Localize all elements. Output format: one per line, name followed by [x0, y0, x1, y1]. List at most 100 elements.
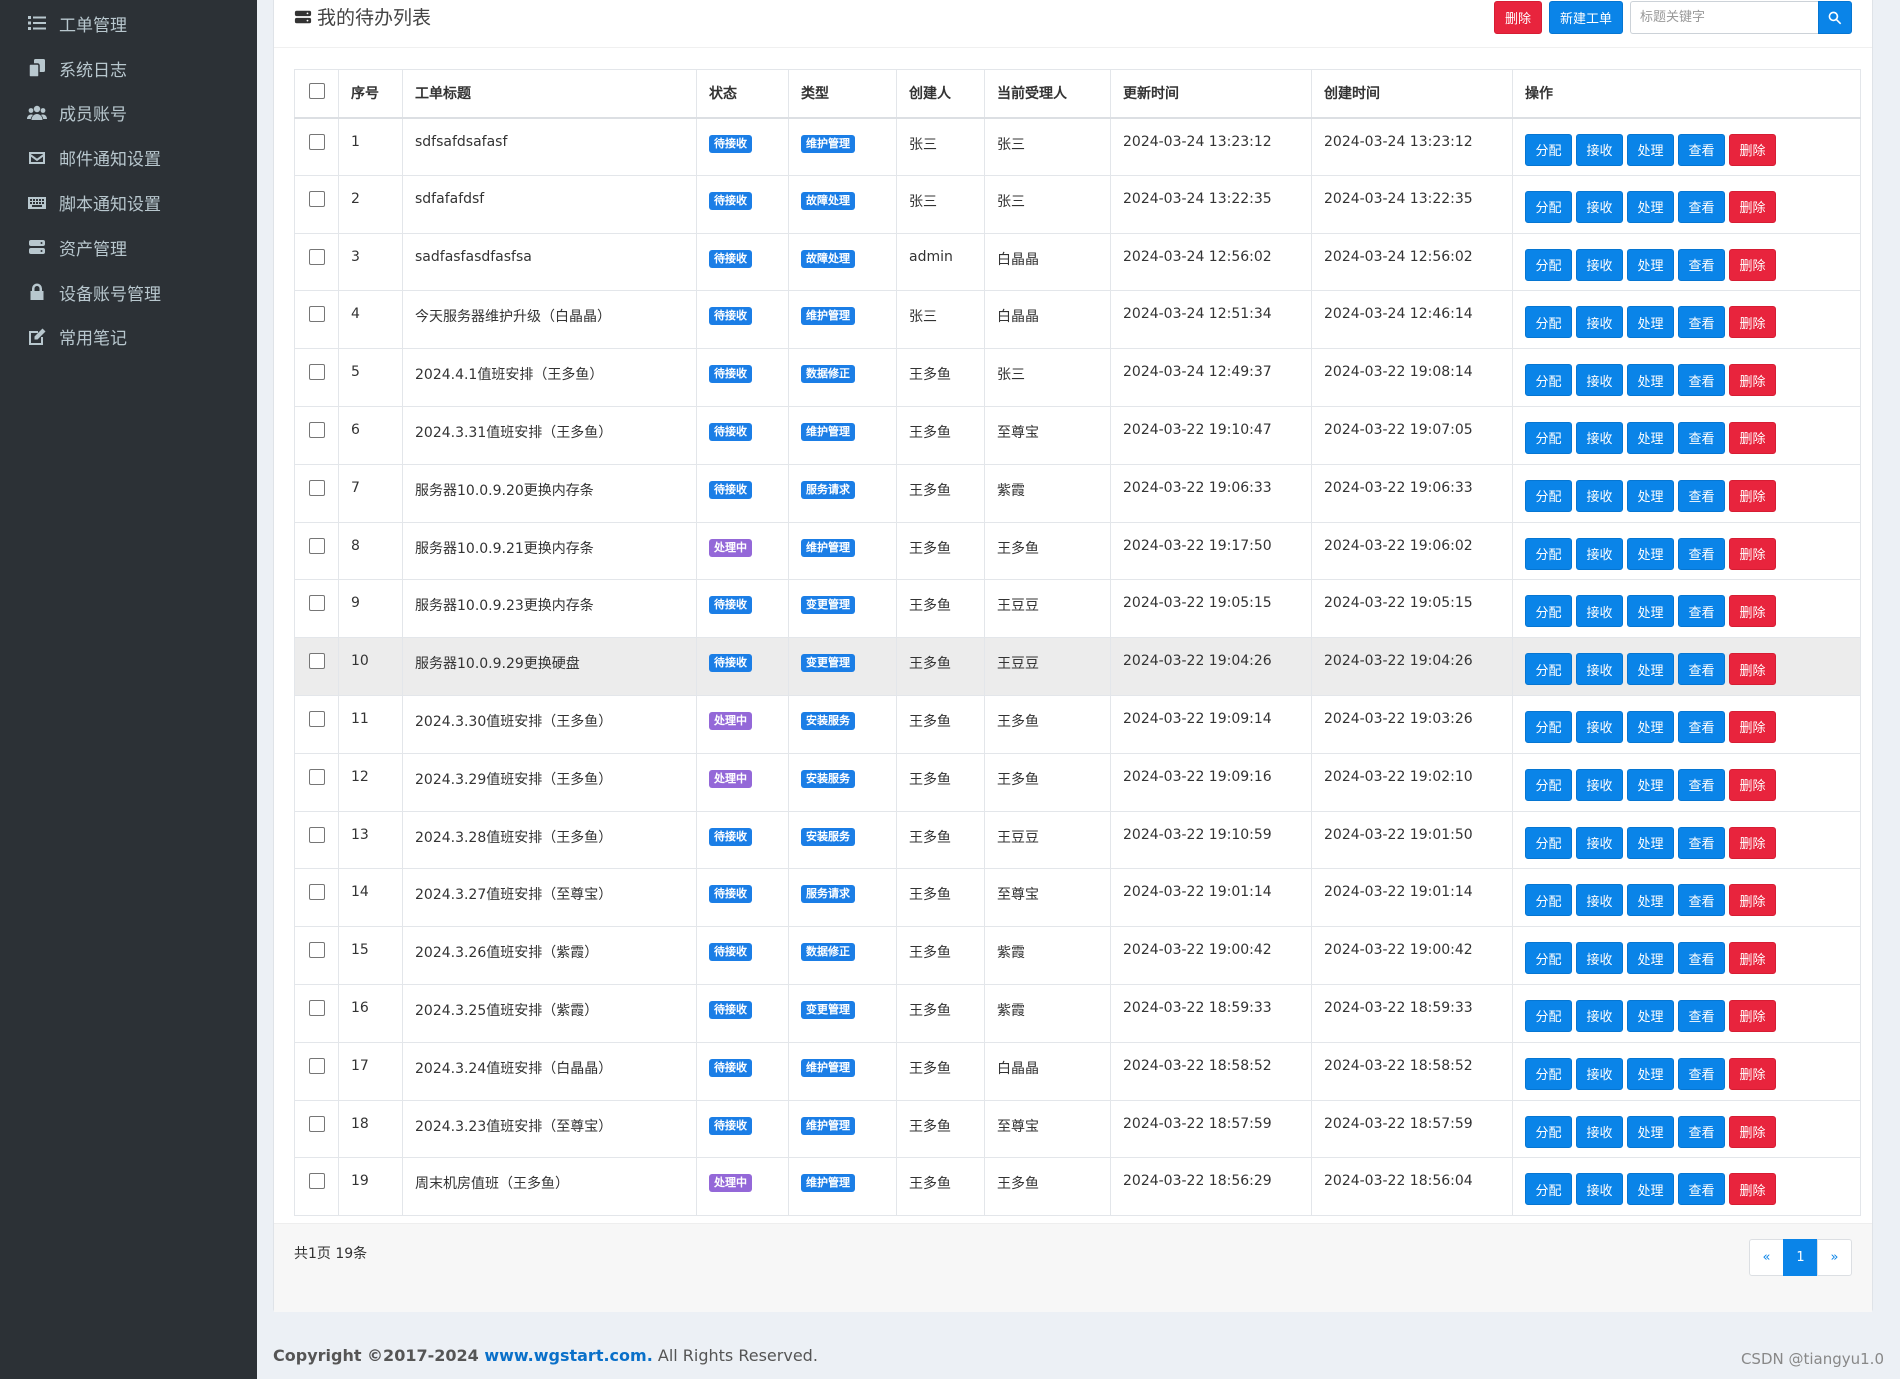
delete-button[interactable]: 删除 — [1729, 1173, 1776, 1206]
delete-button[interactable]: 删除 — [1729, 884, 1776, 917]
sidebar-item-system-log[interactable]: 系统日志 — [0, 46, 257, 91]
process-button[interactable]: 处理 — [1627, 306, 1674, 339]
select-all-checkbox[interactable] — [309, 83, 325, 100]
accept-button[interactable]: 接收 — [1576, 595, 1623, 628]
sidebar-item-script-notify[interactable]: 脚本通知设置 — [0, 180, 257, 225]
process-button[interactable]: 处理 — [1627, 364, 1674, 397]
process-button[interactable]: 处理 — [1627, 479, 1674, 512]
sidebar-item-workorders[interactable]: 工单管理 — [0, 1, 257, 46]
delete-button[interactable]: 删除 — [1729, 421, 1776, 454]
accept-button[interactable]: 接收 — [1576, 826, 1623, 859]
assign-button[interactable]: 分配 — [1525, 364, 1572, 397]
assign-button[interactable]: 分配 — [1525, 710, 1572, 743]
row-checkbox[interactable] — [309, 884, 325, 901]
accept-button[interactable]: 接收 — [1576, 364, 1623, 397]
process-button[interactable]: 处理 — [1627, 1115, 1674, 1148]
process-button[interactable]: 处理 — [1627, 1057, 1674, 1090]
process-button[interactable]: 处理 — [1627, 653, 1674, 686]
delete-button[interactable]: 删除 — [1729, 364, 1776, 397]
accept-button[interactable]: 接收 — [1576, 133, 1623, 166]
row-checkbox[interactable] — [309, 710, 325, 727]
row-checkbox[interactable] — [309, 190, 325, 207]
delete-button[interactable]: 删除 — [1729, 999, 1776, 1032]
sidebar-item-notes[interactable]: 常用笔记 — [0, 315, 257, 360]
row-checkbox[interactable] — [309, 248, 325, 265]
delete-button[interactable]: 删除 — [1729, 1057, 1776, 1090]
process-button[interactable]: 处理 — [1627, 710, 1674, 743]
view-button[interactable]: 查看 — [1678, 710, 1725, 743]
bulk-delete-button[interactable]: 删除 — [1493, 1, 1542, 34]
row-checkbox[interactable] — [309, 942, 325, 959]
delete-button[interactable]: 删除 — [1729, 248, 1776, 281]
view-button[interactable]: 查看 — [1678, 306, 1725, 339]
search-input[interactable] — [1630, 1, 1818, 34]
accept-button[interactable]: 接收 — [1576, 1115, 1623, 1148]
assign-button[interactable]: 分配 — [1525, 653, 1572, 686]
row-checkbox[interactable] — [309, 1057, 325, 1074]
assign-button[interactable]: 分配 — [1525, 190, 1572, 223]
assign-button[interactable]: 分配 — [1525, 595, 1572, 628]
pagination-next[interactable]: » — [1817, 1239, 1852, 1276]
delete-button[interactable]: 删除 — [1729, 710, 1776, 743]
delete-button[interactable]: 删除 — [1729, 826, 1776, 859]
assign-button[interactable]: 分配 — [1525, 999, 1572, 1032]
accept-button[interactable]: 接收 — [1576, 421, 1623, 454]
site-link[interactable]: www.wgstart.com. — [484, 1346, 652, 1365]
process-button[interactable]: 处理 — [1627, 421, 1674, 454]
accept-button[interactable]: 接收 — [1576, 306, 1623, 339]
accept-button[interactable]: 接收 — [1576, 537, 1623, 570]
new-workorder-button[interactable]: 新建工单 — [1548, 1, 1623, 34]
row-checkbox[interactable] — [309, 364, 325, 381]
row-checkbox[interactable] — [309, 421, 325, 438]
row-checkbox[interactable] — [309, 1115, 325, 1132]
process-button[interactable]: 处理 — [1627, 595, 1674, 628]
delete-button[interactable]: 删除 — [1729, 306, 1776, 339]
process-button[interactable]: 处理 — [1627, 826, 1674, 859]
accept-button[interactable]: 接收 — [1576, 1173, 1623, 1206]
view-button[interactable]: 查看 — [1678, 537, 1725, 570]
delete-button[interactable]: 删除 — [1729, 595, 1776, 628]
assign-button[interactable]: 分配 — [1525, 133, 1572, 166]
row-checkbox[interactable] — [309, 826, 325, 843]
process-button[interactable]: 处理 — [1627, 190, 1674, 223]
row-checkbox[interactable] — [309, 768, 325, 785]
assign-button[interactable]: 分配 — [1525, 306, 1572, 339]
row-checkbox[interactable] — [309, 653, 325, 670]
view-button[interactable]: 查看 — [1678, 421, 1725, 454]
process-button[interactable]: 处理 — [1627, 942, 1674, 975]
view-button[interactable]: 查看 — [1678, 248, 1725, 281]
accept-button[interactable]: 接收 — [1576, 1057, 1623, 1090]
assign-button[interactable]: 分配 — [1525, 942, 1572, 975]
delete-button[interactable]: 删除 — [1729, 1115, 1776, 1148]
assign-button[interactable]: 分配 — [1525, 768, 1572, 801]
delete-button[interactable]: 删除 — [1729, 537, 1776, 570]
assign-button[interactable]: 分配 — [1525, 884, 1572, 917]
view-button[interactable]: 查看 — [1678, 999, 1725, 1032]
view-button[interactable]: 查看 — [1678, 884, 1725, 917]
process-button[interactable]: 处理 — [1627, 537, 1674, 570]
assign-button[interactable]: 分配 — [1525, 248, 1572, 281]
row-checkbox[interactable] — [309, 595, 325, 612]
row-checkbox[interactable] — [309, 999, 325, 1016]
delete-button[interactable]: 删除 — [1729, 942, 1776, 975]
assign-button[interactable]: 分配 — [1525, 1057, 1572, 1090]
accept-button[interactable]: 接收 — [1576, 248, 1623, 281]
row-checkbox[interactable] — [309, 306, 325, 323]
sidebar-item-device-accounts[interactable]: 设备账号管理 — [0, 270, 257, 315]
view-button[interactable]: 查看 — [1678, 826, 1725, 859]
row-checkbox[interactable] — [309, 1173, 325, 1190]
assign-button[interactable]: 分配 — [1525, 826, 1572, 859]
accept-button[interactable]: 接收 — [1576, 768, 1623, 801]
view-button[interactable]: 查看 — [1678, 1057, 1725, 1090]
pagination-page-1[interactable]: 1 — [1783, 1239, 1818, 1276]
accept-button[interactable]: 接收 — [1576, 653, 1623, 686]
row-checkbox[interactable] — [309, 537, 325, 554]
accept-button[interactable]: 接收 — [1576, 942, 1623, 975]
accept-button[interactable]: 接收 — [1576, 999, 1623, 1032]
search-button[interactable] — [1818, 1, 1852, 34]
view-button[interactable]: 查看 — [1678, 133, 1725, 166]
accept-button[interactable]: 接收 — [1576, 884, 1623, 917]
assign-button[interactable]: 分配 — [1525, 537, 1572, 570]
delete-button[interactable]: 删除 — [1729, 479, 1776, 512]
sidebar-item-email-notify[interactable]: 邮件通知设置 — [0, 135, 257, 180]
